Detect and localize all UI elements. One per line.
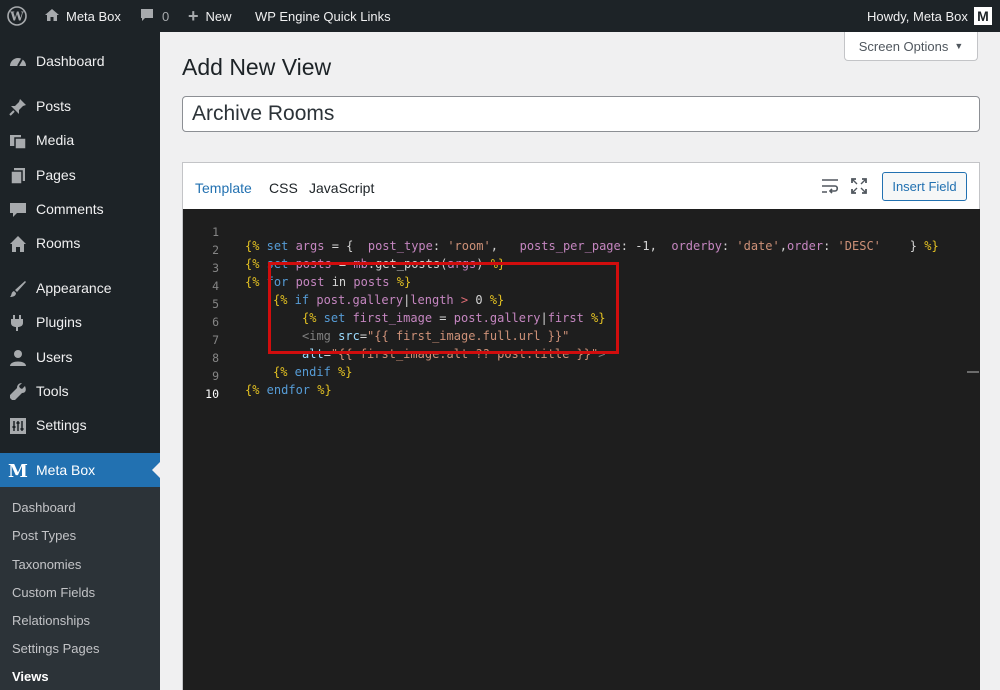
tab-javascript[interactable]: JavaScript [309, 180, 374, 196]
media-icon [8, 131, 28, 151]
submenu-custom-fields[interactable]: Custom Fields [12, 585, 95, 600]
menu-pages[interactable]: Pages [0, 158, 160, 192]
my-account-link[interactable]: Howdy, Meta Box M [867, 0, 992, 32]
new-label: New [205, 8, 232, 24]
code-line: 1 {% set args = { post_type: 'room', pos… [183, 209, 980, 253]
submenu-relationships[interactable]: Relationships [12, 613, 90, 628]
submenu-post-types[interactable]: Post Types [12, 528, 76, 543]
line-number: 10 [205, 387, 219, 401]
home-icon [8, 234, 28, 254]
code-editor[interactable]: 1 {% set args = { post_type: 'room', pos… [183, 209, 980, 690]
dashboard-icon [8, 52, 28, 72]
wordpress-logo-icon[interactable]: W [7, 0, 27, 32]
page-icon [8, 166, 28, 186]
comments-count: 0 [162, 8, 170, 24]
screen-options-label: Screen Options [858, 38, 949, 54]
word-wrap-icon[interactable] [819, 175, 841, 197]
menu-media[interactable]: Media [0, 123, 160, 157]
admin-sidebar: Dashboard Posts Media Pages Comments Roo… [0, 32, 160, 690]
menu-posts-label: Posts [36, 98, 72, 114]
code-line: 9 {% endfor %} [183, 353, 980, 397]
menu-comments[interactable]: Comments [0, 192, 160, 226]
comment-bubble-icon [139, 7, 155, 26]
view-editor: Template CSS JavaScript Insert Field 1 {… [182, 162, 980, 690]
code-line: 2 {% set posts = mb.get_posts(args) %} [183, 227, 980, 271]
menu-users[interactable]: Users [0, 340, 160, 374]
wp-engine-quick-links[interactable]: WP Engine Quick Links [255, 0, 391, 32]
avatar: M [973, 7, 992, 25]
plus-icon: + [188, 6, 199, 26]
menu-comments-label: Comments [36, 201, 104, 217]
settings-icon [8, 416, 28, 436]
insert-field-button[interactable]: Insert Field [882, 172, 967, 201]
menu-dashboard-label: Dashboard [36, 53, 105, 69]
meta-box-submenu: Dashboard Post Types Taxonomies Custom F… [0, 487, 160, 690]
submenu-taxonomies[interactable]: Taxonomies [12, 557, 81, 572]
comments-link[interactable]: 0 [139, 0, 169, 32]
menu-tools[interactable]: Tools [0, 374, 160, 408]
menu-settings[interactable]: Settings [0, 408, 160, 442]
menu-meta-box[interactable]: M Meta Box [0, 453, 160, 487]
menu-appearance[interactable]: Appearance [0, 271, 160, 305]
meta-box-logo-icon: M [8, 460, 28, 482]
menu-appearance-label: Appearance [36, 280, 112, 296]
site-name-link[interactable]: Meta Box [44, 0, 121, 32]
view-title-input[interactable]: Archive Rooms [182, 96, 980, 132]
admin-bar: W Meta Box 0 + New WP Engine Quick Links… [0, 0, 1000, 32]
page-title: Add New View [182, 54, 332, 80]
wrench-icon [8, 382, 28, 402]
menu-plugins[interactable]: Plugins [0, 305, 160, 339]
menu-tools-label: Tools [36, 383, 69, 399]
caret-down-icon: ▼ [954, 41, 964, 51]
submenu-settings-pages[interactable]: Settings Pages [12, 641, 99, 656]
menu-settings-label: Settings [36, 417, 87, 433]
code-line: 10 [183, 371, 980, 401]
comment-icon [8, 200, 28, 220]
screen-options-button[interactable]: Screen Options ▼ [844, 32, 978, 61]
new-content-link[interactable]: + New [188, 0, 232, 32]
plugin-icon [8, 313, 28, 333]
brush-icon [8, 279, 28, 299]
menu-dashboard[interactable]: Dashboard [0, 44, 160, 78]
menu-media-label: Media [36, 132, 75, 148]
home-icon [44, 7, 60, 26]
scrollbar-marker[interactable] [967, 371, 979, 373]
menu-pages-label: Pages [36, 167, 76, 183]
svg-text:W: W [9, 10, 24, 24]
highlight-annotation [268, 262, 619, 354]
user-icon [8, 348, 28, 368]
menu-users-label: Users [36, 349, 73, 365]
submenu-views[interactable]: Views [12, 669, 49, 684]
submenu-dashboard[interactable]: Dashboard [12, 500, 76, 515]
tab-template[interactable]: Template [195, 180, 252, 196]
fullscreen-icon[interactable] [848, 175, 870, 197]
code-line: 3 {% for post in posts %} [183, 245, 980, 289]
menu-plugins-label: Plugins [36, 314, 82, 330]
menu-rooms-label: Rooms [36, 235, 81, 251]
tab-css[interactable]: CSS [269, 180, 298, 196]
menu-rooms[interactable]: Rooms [0, 226, 160, 260]
howdy-text: Howdy, Meta Box [867, 8, 968, 24]
menu-posts[interactable]: Posts [0, 89, 160, 123]
menu-meta-box-label: Meta Box [36, 462, 96, 478]
pin-icon [8, 97, 28, 117]
site-name: Meta Box [66, 8, 121, 24]
